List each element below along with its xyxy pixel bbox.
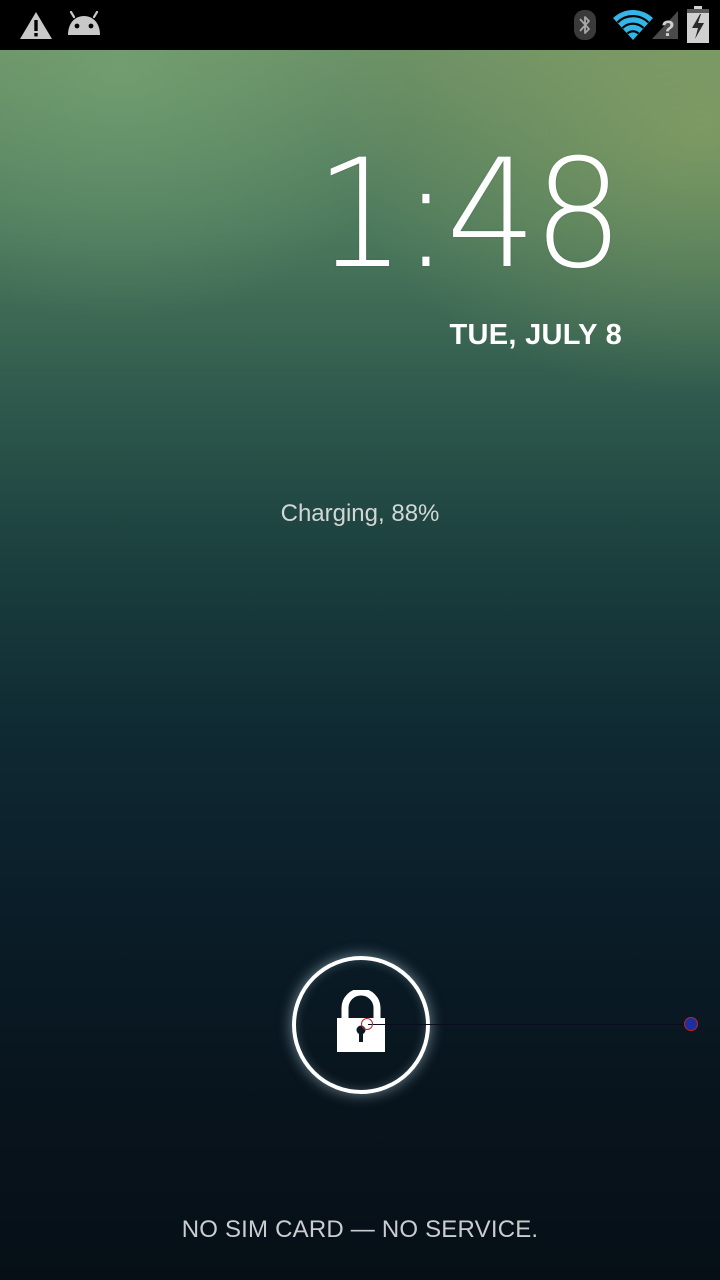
android-debug-icon	[64, 0, 104, 50]
battery-charging-icon	[684, 0, 712, 50]
touch-trace-line	[368, 1024, 692, 1025]
charging-status: Charging, 88%	[280, 500, 440, 527]
touch-start-marker	[361, 1018, 373, 1030]
clock: 1:48	[315, 128, 624, 302]
bluetooth-icon	[572, 0, 598, 50]
lock-screen: ? 1:48 TUE, JULY 8 Charging, 88% NO SIM …	[0, 0, 720, 1280]
touch-end-marker	[684, 1017, 698, 1031]
status-bar: ?	[0, 0, 720, 50]
no-signal-icon: ?	[650, 0, 680, 50]
warning-icon	[18, 0, 54, 50]
svg-text:?: ?	[661, 16, 674, 41]
carrier-status: NO SIM CARD — NO SERVICE.	[181, 1216, 539, 1243]
date: TUE, JULY 8	[449, 319, 622, 351]
